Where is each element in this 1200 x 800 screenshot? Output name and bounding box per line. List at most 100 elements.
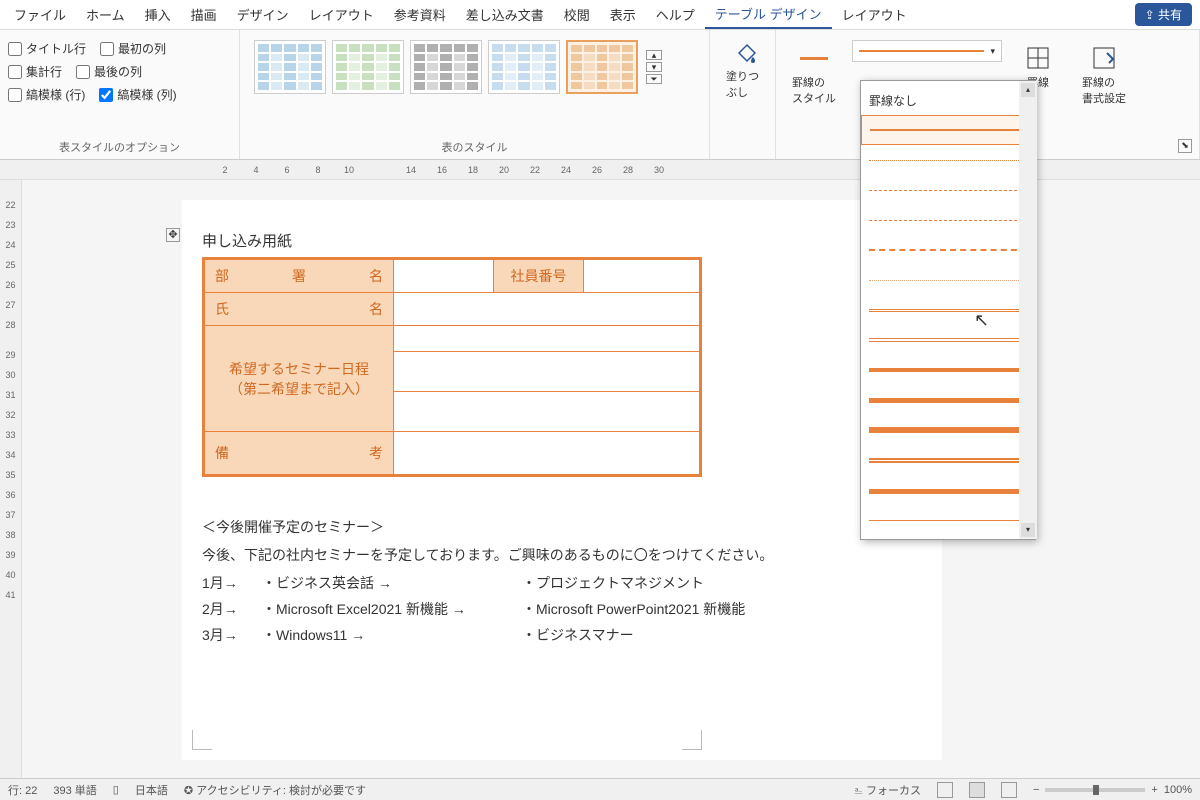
dropdown-item-no-border[interactable]: 罫線なし [861,85,1035,115]
fill-button[interactable]: 塗りつぶし [718,34,774,104]
menu-item[interactable]: デザイン [227,1,299,28]
cell-empno-label: 社員番号 [494,259,584,293]
group-table-styles: ▴▾⏷ 表のスタイル [240,30,710,159]
cell-seminar-label: 希望するセミナー日程 （第二希望まで記入） [204,326,394,432]
dialog-launcher-icon[interactable]: ⬊ [1178,139,1192,153]
seminar-list: 1月→・ビジネス英会話 →・プロジェクトマネジメント2月→・Microsoft … [202,573,922,645]
dropdown-item-border-style[interactable] [861,235,1035,265]
vertical-ruler: 2223242526272829303132333435363738394041 [0,180,22,778]
focus-mode-icon[interactable]: ⎁ フォーカス [854,782,921,798]
menu-item[interactable]: レイアウト [299,1,384,28]
dropdown-scrollbar[interactable]: ▴ ▾ [1019,81,1037,539]
dropdown-item-border-style[interactable] [861,505,1035,535]
cell-seminar-3[interactable] [394,392,701,432]
status-lang[interactable]: 日本語 [135,782,168,798]
page-corner-bl-icon [192,730,212,750]
border-style-icon [800,44,828,72]
menu-item[interactable]: テーブル デザイン [705,0,832,29]
cell-seminar-1[interactable] [394,326,701,352]
dropdown-item-border-style[interactable] [861,145,1035,175]
dropdown-item-border-style[interactable] [861,445,1035,475]
style-options-checkboxes: タイトル行 最初の列 集計行 最後の列 縞模様 (行) 縞模様 (列) [8,34,231,103]
menu-item[interactable]: ファイル [4,1,76,28]
menu-item[interactable]: 参考資料 [384,1,456,28]
borders-icon [1024,44,1052,72]
zoom-in-icon[interactable]: + [1151,784,1157,796]
seminar-row: 3月→・Windows11 →・ビジネスマナー [202,625,922,645]
seminar-row: 2月→・Microsoft Excel2021 新機能 →・Microsoft … [202,599,922,619]
cell-name-label: 氏 名 [204,293,394,326]
cell-dept-value[interactable] [394,259,494,293]
border-style-dropdown[interactable]: 罫線なし ▴ ▾ [860,80,1036,540]
zoom-slider[interactable] [1045,788,1145,792]
menu-item[interactable]: 描画 [181,1,227,28]
dropdown-item-border-style[interactable] [861,175,1035,205]
cell-empno-value[interactable] [584,259,701,293]
accessibility-icon[interactable]: ✪ アクセシビリティ: 検討が必要です [184,782,366,798]
zoom-value[interactable]: 100% [1164,784,1192,796]
cell-note-label: 備 考 [204,432,394,476]
menu-item[interactable]: 差し込み文書 [456,1,554,28]
document[interactable]: ✥ 申し込み用紙 部 署 名社員番号 氏 名 希望するセミナー日程 （第二希望ま… [182,200,942,760]
gallery-more-button[interactable]: ▴▾⏷ [644,48,664,86]
dropdown-item-border-style[interactable] [861,265,1035,295]
zoom-control[interactable]: − + 100% [1033,784,1192,796]
dropdown-item-border-style[interactable] [861,115,1035,145]
status-bar: 行: 22 393 単語 ▯ 日本語 ✪ アクセシビリティ: 検討が必要です ⎁… [0,778,1200,800]
border-format-icon [1090,44,1118,72]
dropdown-item-border-style[interactable] [861,415,1035,445]
border-format-button[interactable]: 罫線の 書式設定 [1074,40,1134,110]
dropdown-item-border-style[interactable] [861,325,1035,355]
menu-item[interactable]: レイアウト [832,1,917,28]
dropdown-item-border-style[interactable] [861,205,1035,235]
style-option-checkbox[interactable]: 縞模様 (行) [8,86,85,103]
table-style-thumb[interactable] [410,40,482,94]
cell-note-value[interactable] [394,432,701,476]
seminar-heading: ＜今後開催予定のセミナー＞ [202,517,922,537]
cell-dept-label: 部 署 名 [204,259,394,293]
menu-item[interactable]: 校閲 [554,1,600,28]
scroll-up-icon[interactable]: ▴ [1021,83,1035,97]
paint-bucket-icon [732,38,760,66]
table-style-thumb[interactable] [332,40,404,94]
zoom-out-icon[interactable]: − [1033,784,1039,796]
border-style-button[interactable]: 罫線の スタイル [784,40,844,110]
table-style-thumb[interactable] [566,40,638,94]
cell-name-value[interactable] [394,293,701,326]
pen-style-selector[interactable]: ▾ [852,40,1002,62]
style-option-checkbox[interactable]: 最後の列 [76,63,142,80]
print-layout-icon[interactable] [969,782,985,798]
read-mode-icon[interactable] [937,782,953,798]
menu-item[interactable]: 挿入 [135,1,181,28]
dropdown-item-border-style[interactable] [861,475,1035,505]
style-option-checkbox[interactable]: 最初の列 [100,40,166,57]
menu-item[interactable]: 表示 [600,1,646,28]
web-layout-icon[interactable] [1001,782,1017,798]
menu-item[interactable]: ヘルプ [646,1,705,28]
group-label: 表スタイルのオプション [8,135,231,155]
menu-item[interactable]: ホーム [76,1,135,28]
status-book-icon[interactable]: ▯ [113,783,119,796]
style-option-checkbox[interactable]: 集計行 [8,63,62,80]
doc-title: 申し込み用紙 [202,230,922,251]
scroll-down-icon[interactable]: ▾ [1021,523,1035,537]
dropdown-item-border-style[interactable] [861,385,1035,415]
dropdown-item-border-style[interactable] [861,355,1035,385]
menu-bar: ファイルホーム挿入描画デザインレイアウト参考資料差し込み文書校閲表示ヘルプテーブ… [0,0,1200,30]
share-button[interactable]: ⇪ 共有 [1135,3,1192,26]
style-option-checkbox[interactable]: 縞模様 (列) [99,86,176,103]
table-style-gallery[interactable]: ▴▾⏷ [248,34,701,100]
cell-seminar-2[interactable] [394,352,701,392]
page-corner-br-icon [682,730,702,750]
table-move-handle-icon[interactable]: ✥ [166,228,180,242]
application-form-table[interactable]: 部 署 名 社員番号 氏 名 希望するセミナー日程 （第二希望まで記入） 備 考 [202,257,702,477]
group-fill: 塗りつぶし [710,30,776,159]
dropdown-item-border-style[interactable] [861,295,1035,325]
status-words[interactable]: 393 単語 [53,782,96,798]
table-style-thumb[interactable] [254,40,326,94]
group-label: 表のスタイル [248,135,701,155]
style-option-checkbox[interactable]: タイトル行 [8,40,86,57]
table-style-thumb[interactable] [488,40,560,94]
status-line[interactable]: 行: 22 [8,782,37,798]
group-style-options: タイトル行 最初の列 集計行 最後の列 縞模様 (行) 縞模様 (列) 表スタイ… [0,30,240,159]
